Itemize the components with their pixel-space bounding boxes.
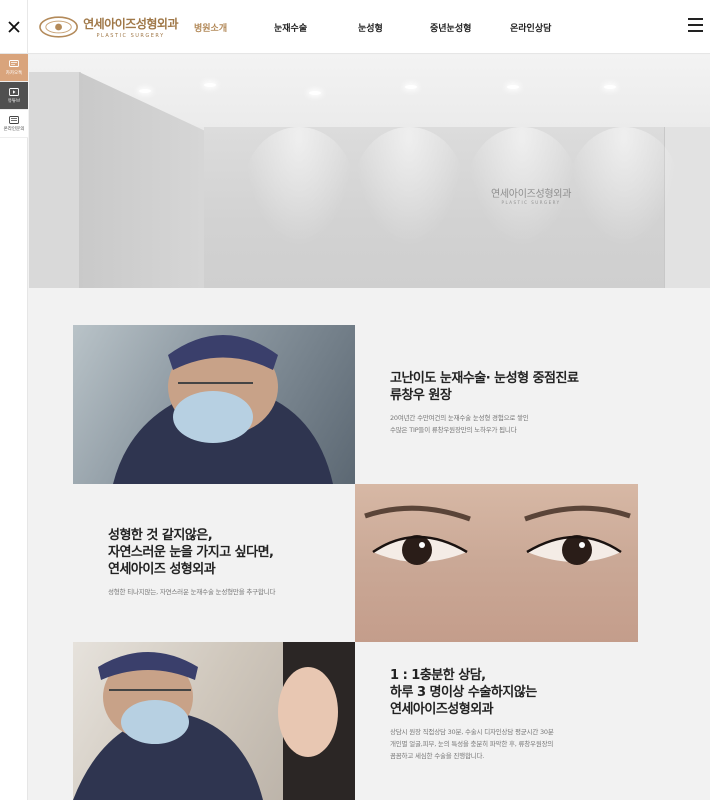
section-surgeon-intro: 고난이도 눈재수술· 눈성형 중점진료 류창우 원장 20여년간 수만여건의 눈… xyxy=(390,370,630,436)
section-1-title-line-2: 류창우 원장 xyxy=(390,388,452,403)
section-1-title-line-1: 고난이도 눈재수술· 눈성형 중점진료 xyxy=(390,371,579,386)
section-3-title-line-3: 연세아이즈성형외과 xyxy=(390,702,494,717)
wall-sign: 연세아이즈성형외과 PLASTIC SURGERY xyxy=(491,185,571,205)
section-consultation: 1 : 1충분한 상담, 하루 3 명이상 수술하지않는 연세아이즈성형외과 상… xyxy=(390,667,630,762)
section-3-desc-line-1: 상담시 원장 직접상담 30분, 수술시 디자인상담 평균시간 30분 xyxy=(390,728,554,736)
message-icon xyxy=(9,115,19,124)
section-1-desc-line-2: 수많은 TIP들이 류창우원장만의 노하우가 됩니다 xyxy=(390,426,517,434)
nav-item-about[interactable]: 병원소개 xyxy=(194,21,227,34)
close-button[interactable] xyxy=(0,0,28,54)
section-2-title-line-1: 성형한 것 같지않은, xyxy=(108,528,213,543)
section-2-desc-line-1: 성형한 티나지않는, 자연스러운 눈재수술 눈성형만을 추구합니다 xyxy=(108,588,276,596)
wall-sign-en: PLASTIC SURGERY xyxy=(501,200,561,205)
photo-eyes-closeup xyxy=(355,484,638,642)
section-3-title-line-2: 하루 3 명이상 수술하지않는 xyxy=(390,685,537,700)
section-3-desc-line-3: 꼼꼼하고 세심한 수술을 진행합니다. xyxy=(390,752,485,760)
photo-surgeon-at-work xyxy=(73,325,355,484)
logo-eye-icon xyxy=(39,16,78,38)
nav-item-middle-age-eye[interactable]: 중년눈성형 xyxy=(430,21,471,34)
quick-online-inquiry-label: 온라인문의 xyxy=(3,126,25,132)
site-header: 연세아이즈성형외과 PLASTIC SURGERY 병원소개 눈재수술 눈성형 … xyxy=(0,0,710,54)
logo-text-ko: 연세아이즈성형외과 xyxy=(83,17,178,31)
nav-item-eye-surgery[interactable]: 눈성형 xyxy=(358,21,383,34)
section-3-desc-line-2: 개인별 얼굴,피부, 눈의 특성을 충분히 파악한 후, 류창우원장의 xyxy=(390,740,554,748)
play-icon xyxy=(9,87,19,96)
nav-item-online-consult[interactable]: 온라인상담 xyxy=(510,21,551,34)
quick-youtube-button[interactable]: 유튜브 xyxy=(0,82,28,110)
chat-icon xyxy=(9,59,19,67)
quick-kakao-label: 카카오톡 xyxy=(5,70,23,76)
quick-youtube-label: 유튜브 xyxy=(7,98,21,104)
quick-online-inquiry-button[interactable]: 온라인문의 xyxy=(0,110,28,138)
section-3-title-line-1: 1 : 1충분한 상담, xyxy=(390,668,486,683)
section-natural-eyes: 성형한 것 같지않은, 자연스러운 눈을 가지고 싶다면, 연세아이즈 성형외과… xyxy=(108,527,348,598)
wall-sign-ko: 연세아이즈성형외과 xyxy=(491,189,572,200)
section-2-title-line-2: 자연스러운 눈을 가지고 싶다면, xyxy=(108,545,274,560)
logo-text-en: PLASTIC SURGERY xyxy=(96,33,165,39)
hero-image-clinic-lobby: 연세아이즈성형외과 PLASTIC SURGERY xyxy=(29,55,710,288)
photo-consultation xyxy=(73,642,355,800)
quick-kakao-button[interactable]: 카카오톡 xyxy=(0,54,28,82)
section-1-desc-line-1: 20여년간 수만여건의 눈재수술 눈성형 경험으로 쌓인 xyxy=(390,414,529,422)
close-icon xyxy=(7,21,20,33)
nav-item-eye-revision[interactable]: 눈재수술 xyxy=(274,21,307,34)
logo[interactable]: 연세아이즈성형외과 PLASTIC SURGERY xyxy=(38,12,178,42)
hamburger-menu-icon[interactable] xyxy=(684,18,706,36)
section-2-title-line-3: 연세아이즈 성형외과 xyxy=(108,562,216,577)
quick-menu: 카카오톡 유튜브 온라인문의 xyxy=(0,54,28,800)
